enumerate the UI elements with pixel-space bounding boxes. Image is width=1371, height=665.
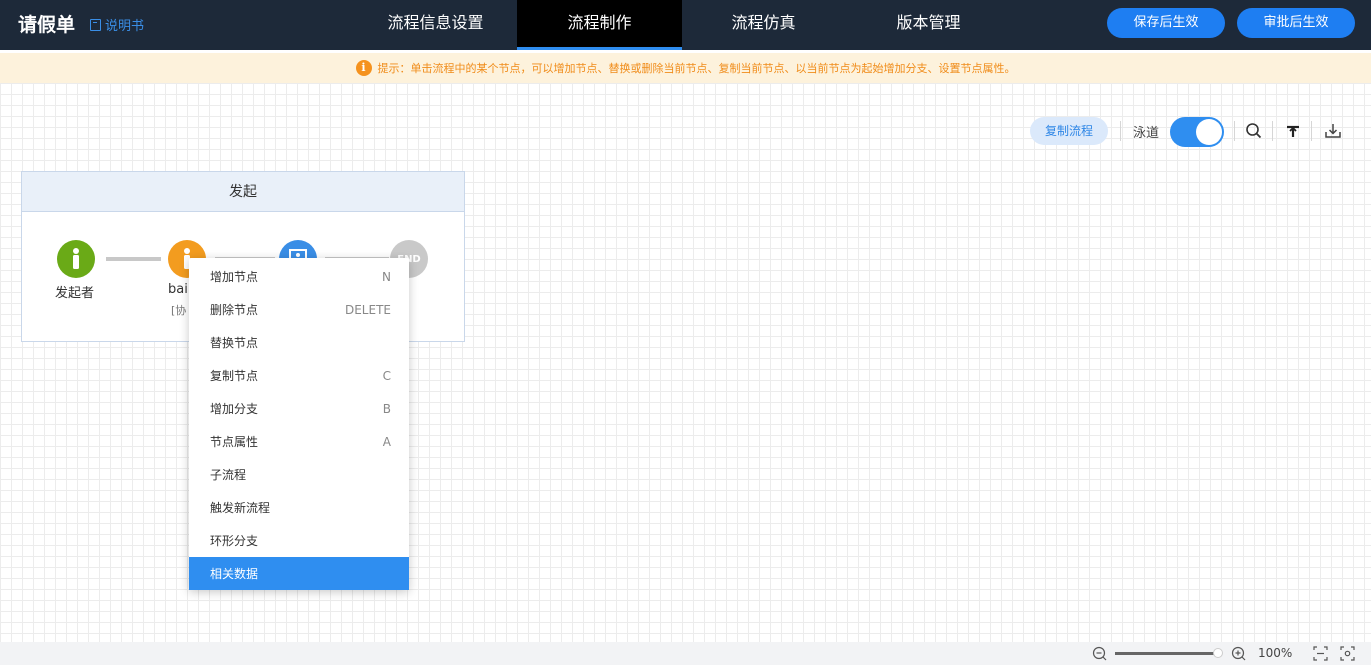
menu-item-node-properties[interactable]: 节点属性 A bbox=[189, 425, 409, 458]
menu-item-shortcut: B bbox=[382, 401, 391, 416]
menu-item-shortcut: A bbox=[382, 434, 391, 449]
swimlane-toggle[interactable] bbox=[1170, 117, 1224, 147]
menu-item-label: 节点属性 bbox=[210, 435, 259, 449]
node-context-menu: 增加节点 N 删除节点 DELETE 替换节点 复制节点 C 增加分支 B 节点… bbox=[189, 258, 409, 590]
save-effective-button[interactable]: 保存后生效 bbox=[1107, 8, 1225, 38]
hint-bar: i 提示：单击流程中的某个节点，可以增加节点、替换或删除当前节点、复制当前节点、… bbox=[0, 53, 1371, 83]
menu-item-label: 删除节点 bbox=[210, 303, 259, 317]
menu-item-trigger-new-flow[interactable]: 触发新流程 bbox=[189, 491, 409, 524]
menu-item-replace-node[interactable]: 替换节点 bbox=[189, 326, 409, 359]
top-bar: 请假单 说明书 流程信息设置 流程制作 流程仿真 版本管理 保存后生效 审批后生… bbox=[0, 0, 1371, 50]
menu-item-label: 增加节点 bbox=[210, 270, 259, 284]
menu-item-shortcut: C bbox=[382, 368, 391, 383]
menu-item-add-node[interactable]: 增加节点 N bbox=[189, 260, 409, 293]
book-icon bbox=[90, 18, 101, 31]
search-icon[interactable] bbox=[1243, 120, 1265, 142]
menu-item-label: 触发新流程 bbox=[210, 501, 271, 515]
menu-item-shortcut: DELETE bbox=[344, 302, 391, 317]
info-icon: i bbox=[355, 60, 372, 76]
initiator-node[interactable] bbox=[57, 240, 95, 278]
menu-item-label: 环形分支 bbox=[210, 534, 259, 548]
download-icon[interactable] bbox=[1322, 120, 1344, 142]
node-label: bai bbox=[168, 282, 188, 297]
menu-item-label: 相关数据 bbox=[210, 567, 259, 581]
toolbar-divider bbox=[1120, 121, 1121, 141]
person-icon bbox=[73, 248, 79, 269]
menu-item-related-data[interactable]: 相关数据 bbox=[189, 557, 409, 590]
node-label: 发起者 bbox=[55, 286, 95, 301]
menu-item-subprocess[interactable]: 子流程 bbox=[189, 458, 409, 491]
copy-flow-button[interactable]: 复制流程 bbox=[1030, 117, 1108, 145]
toolbar-divider bbox=[1234, 121, 1235, 141]
zoom-slider-thumb[interactable] bbox=[1213, 648, 1223, 658]
menu-item-copy-node[interactable]: 复制节点 C bbox=[189, 359, 409, 392]
toolbar-divider bbox=[1272, 121, 1273, 141]
zoom-slider-track[interactable] bbox=[1115, 652, 1217, 655]
tab-flow-info-settings[interactable]: 流程信息设置 bbox=[353, 0, 518, 50]
toggle-knob bbox=[1196, 119, 1222, 145]
zoom-out-icon[interactable] bbox=[1092, 646, 1107, 661]
connector-line bbox=[106, 257, 161, 261]
align-top-icon[interactable] bbox=[1282, 120, 1304, 142]
menu-item-label: 复制节点 bbox=[210, 369, 259, 383]
zoom-level: 100% bbox=[1258, 646, 1293, 660]
tab-flow-design[interactable]: 流程制作 bbox=[517, 0, 682, 50]
toolbar-divider bbox=[1311, 121, 1312, 141]
manual-label: 说明书 bbox=[105, 19, 145, 34]
manual-link[interactable]: 说明书 bbox=[90, 15, 144, 34]
hint-text: 提示：单击流程中的某个节点，可以增加节点、替换或删除当前节点、复制当前节点、以当… bbox=[377, 62, 1016, 75]
zoom-in-icon[interactable] bbox=[1231, 646, 1246, 661]
node-sublabel: [协 bbox=[171, 304, 187, 317]
menu-item-add-branch[interactable]: 增加分支 B bbox=[189, 392, 409, 425]
swimlane-label: 泳道 bbox=[1133, 126, 1160, 141]
swimlane-header: 发起 bbox=[22, 172, 464, 212]
menu-item-delete-node[interactable]: 删除节点 DELETE bbox=[189, 293, 409, 326]
menu-item-shortcut: N bbox=[382, 269, 391, 284]
app-title: 请假单 bbox=[18, 14, 76, 36]
tab-version-management[interactable]: 版本管理 bbox=[846, 0, 1011, 50]
menu-item-loop-branch[interactable]: 环形分支 bbox=[189, 524, 409, 557]
tab-flow-simulation[interactable]: 流程仿真 bbox=[681, 0, 846, 50]
menu-item-label: 增加分支 bbox=[210, 402, 259, 416]
menu-item-label: 子流程 bbox=[210, 468, 247, 482]
approve-effective-button[interactable]: 审批后生效 bbox=[1237, 8, 1355, 38]
fit-screen-icon[interactable] bbox=[1313, 646, 1328, 661]
menu-item-label: 替换节点 bbox=[210, 336, 259, 350]
preview-icon[interactable] bbox=[1340, 646, 1355, 661]
